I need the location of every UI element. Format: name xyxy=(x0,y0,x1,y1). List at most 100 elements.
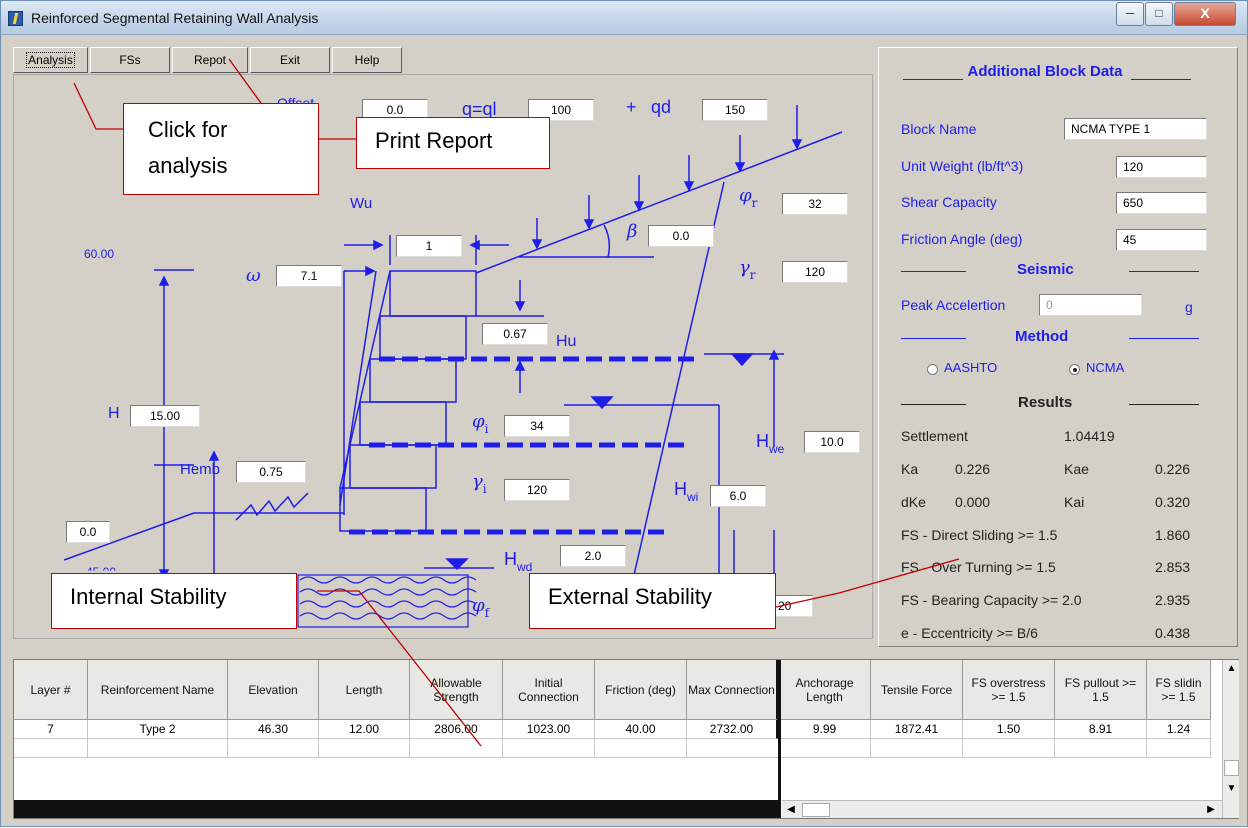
phi-r-symbol: φr xyxy=(739,185,757,210)
hscroll-thumb[interactable] xyxy=(802,803,830,817)
table-header-cell[interactable]: FS overstress >= 1.5 xyxy=(963,660,1055,720)
table-empty-cell[interactable] xyxy=(228,739,319,758)
table-cell[interactable]: 1.24 xyxy=(1147,720,1211,739)
phi-i-input[interactable]: 34 xyxy=(504,415,570,437)
maximize-button[interactable]: □ xyxy=(1145,2,1173,26)
table-cell[interactable]: 40.00 xyxy=(595,720,687,739)
table-empty-cell[interactable] xyxy=(595,739,687,758)
phi-i-symbol: φi xyxy=(472,411,488,436)
hwd-label: Hwd xyxy=(504,549,532,574)
table-cell[interactable]: 46.30 xyxy=(228,720,319,739)
table-header-cell[interactable]: Tensile Force xyxy=(871,660,963,720)
table-header-cell[interactable]: Length xyxy=(319,660,410,720)
left-hscrollbar[interactable] xyxy=(14,800,780,818)
table-cell[interactable]: 1.50 xyxy=(963,720,1055,739)
table-header-cell[interactable]: Elevation xyxy=(228,660,319,720)
gamma-i-input[interactable]: 120 xyxy=(504,479,570,501)
table-header-cell[interactable]: Allowable Strength xyxy=(410,660,503,720)
close-button[interactable]: X xyxy=(1174,2,1236,26)
hwd-input[interactable]: 2.0 xyxy=(560,545,626,567)
friction-angle-input[interactable]: 45 xyxy=(1116,229,1207,251)
method-rule-left xyxy=(901,338,966,339)
scroll-up-arrow[interactable]: ▲ xyxy=(1224,662,1239,676)
table-empty-cell[interactable] xyxy=(14,739,88,758)
hu-input[interactable]: 0.67 xyxy=(482,323,548,345)
unit-weight-input[interactable]: 120 xyxy=(1116,156,1207,178)
split-divider[interactable] xyxy=(778,660,781,818)
table-cell[interactable]: 1872.41 xyxy=(871,720,963,739)
block-name-label: Block Name xyxy=(901,121,977,137)
vscroll-thumb[interactable] xyxy=(1224,760,1239,776)
fs-direct-sliding-value: 1.860 xyxy=(1155,527,1191,543)
table-header-cell[interactable]: Friction (deg) xyxy=(595,660,687,720)
scroll-down-arrow[interactable]: ▼ xyxy=(1224,782,1239,796)
right-hscrollbar[interactable]: ◀ ▶ xyxy=(782,800,1222,818)
aashto-radio[interactable] xyxy=(927,364,938,375)
table-empty-cell[interactable] xyxy=(1055,739,1147,758)
results-rule-left xyxy=(901,404,966,405)
block-name-input[interactable]: NCMA TYPE 1 xyxy=(1064,118,1207,140)
table-empty-cell[interactable] xyxy=(687,739,779,758)
h-input[interactable]: 15.00 xyxy=(130,405,200,427)
table-header-cell[interactable]: FS slidin >= 1.5 xyxy=(1147,660,1211,720)
h-label: H xyxy=(108,405,120,422)
vscrollbar[interactable]: ▲ ▼ xyxy=(1222,660,1239,818)
gamma-r-input[interactable]: 120 xyxy=(782,261,848,283)
table-header-cell[interactable]: FS pullout >= 1.5 xyxy=(1055,660,1147,720)
peak-acceleration-input[interactable]: 0 xyxy=(1039,294,1142,316)
menu-analysis[interactable]: Analysis xyxy=(13,47,88,73)
eccentricity-label: e - Eccentricity >= B/6 xyxy=(901,625,1038,641)
additional-data-panel: Additional Block Data Block Name NCMA TY… xyxy=(878,47,1238,647)
menu-report[interactable]: Repot xyxy=(172,47,248,73)
title-bar: Reinforced Segmental Retaining Wall Anal… xyxy=(1,1,1247,35)
table-cell[interactable]: 12.00 xyxy=(319,720,410,739)
heading-rule-right xyxy=(1131,79,1191,80)
qd-input[interactable]: 150 xyxy=(702,99,768,121)
table-cell[interactable]: 2732.00 xyxy=(687,720,779,739)
fs-direct-sliding-label: FS - Direct Sliding >= 1.5 xyxy=(901,527,1058,543)
table-empty-cell[interactable] xyxy=(503,739,595,758)
table-header-cell[interactable]: Max Connection xyxy=(687,660,779,720)
minimize-button[interactable]: ─ xyxy=(1116,2,1144,26)
table-cell[interactable]: 1023.00 xyxy=(503,720,595,739)
phi-f-char: φ xyxy=(472,595,485,616)
table-empty-cell[interactable] xyxy=(963,739,1055,758)
menu-exit[interactable]: Exit xyxy=(250,47,330,73)
menu-fss[interactable]: FSs xyxy=(90,47,170,73)
fs-bearing-label: FS - Bearing Capacity >= 2.0 xyxy=(901,592,1082,608)
wu-input[interactable]: 1 xyxy=(396,235,462,257)
table-empty-cell[interactable] xyxy=(319,739,410,758)
table-header-cell[interactable]: Layer # xyxy=(14,660,88,720)
scroll-left-arrow[interactable]: ◀ xyxy=(784,803,798,817)
table-header-cell[interactable]: Initial Connection xyxy=(503,660,595,720)
scroll-right-arrow[interactable]: ▶ xyxy=(1204,803,1218,817)
table-cell[interactable]: 2806.00 xyxy=(410,720,503,739)
hemb-input[interactable]: 0.75 xyxy=(236,461,306,483)
table-cell[interactable]: 8.91 xyxy=(1055,720,1147,739)
table-cell[interactable]: 7 xyxy=(14,720,88,739)
table-header-cell[interactable]: Anchorage Length xyxy=(779,660,871,720)
omega-input[interactable]: 7.1 xyxy=(276,265,342,287)
table-empty-cell[interactable] xyxy=(410,739,503,758)
phi-f-sub: f xyxy=(484,606,490,620)
phi-r-input[interactable]: 32 xyxy=(782,193,848,215)
shear-capacity-input[interactable]: 650 xyxy=(1116,192,1207,214)
window-title: Reinforced Segmental Retaining Wall Anal… xyxy=(31,10,319,26)
toe-input[interactable]: 0.0 xyxy=(66,521,110,543)
results-heading: Results xyxy=(1018,394,1073,411)
kai-value: 0.320 xyxy=(1155,494,1191,510)
ncma-radio[interactable] xyxy=(1069,364,1080,375)
table-empty-cell[interactable] xyxy=(1147,739,1211,758)
table-empty-cell[interactable] xyxy=(779,739,871,758)
menu-help[interactable]: Help xyxy=(332,47,402,73)
table-header-cell[interactable]: Reinforcement Name xyxy=(88,660,228,720)
callout-internal-stability: Internal Stability xyxy=(51,573,297,629)
table-cell[interactable]: Type 2 xyxy=(88,720,228,739)
ka-value: 0.226 xyxy=(955,461,991,477)
hwi-input[interactable]: 6.0 xyxy=(710,485,766,507)
beta-input[interactable]: 0.0 xyxy=(648,225,714,247)
hwe-input[interactable]: 10.0 xyxy=(804,431,860,453)
table-cell[interactable]: 9.99 xyxy=(779,720,871,739)
table-empty-cell[interactable] xyxy=(871,739,963,758)
table-empty-cell[interactable] xyxy=(88,739,228,758)
